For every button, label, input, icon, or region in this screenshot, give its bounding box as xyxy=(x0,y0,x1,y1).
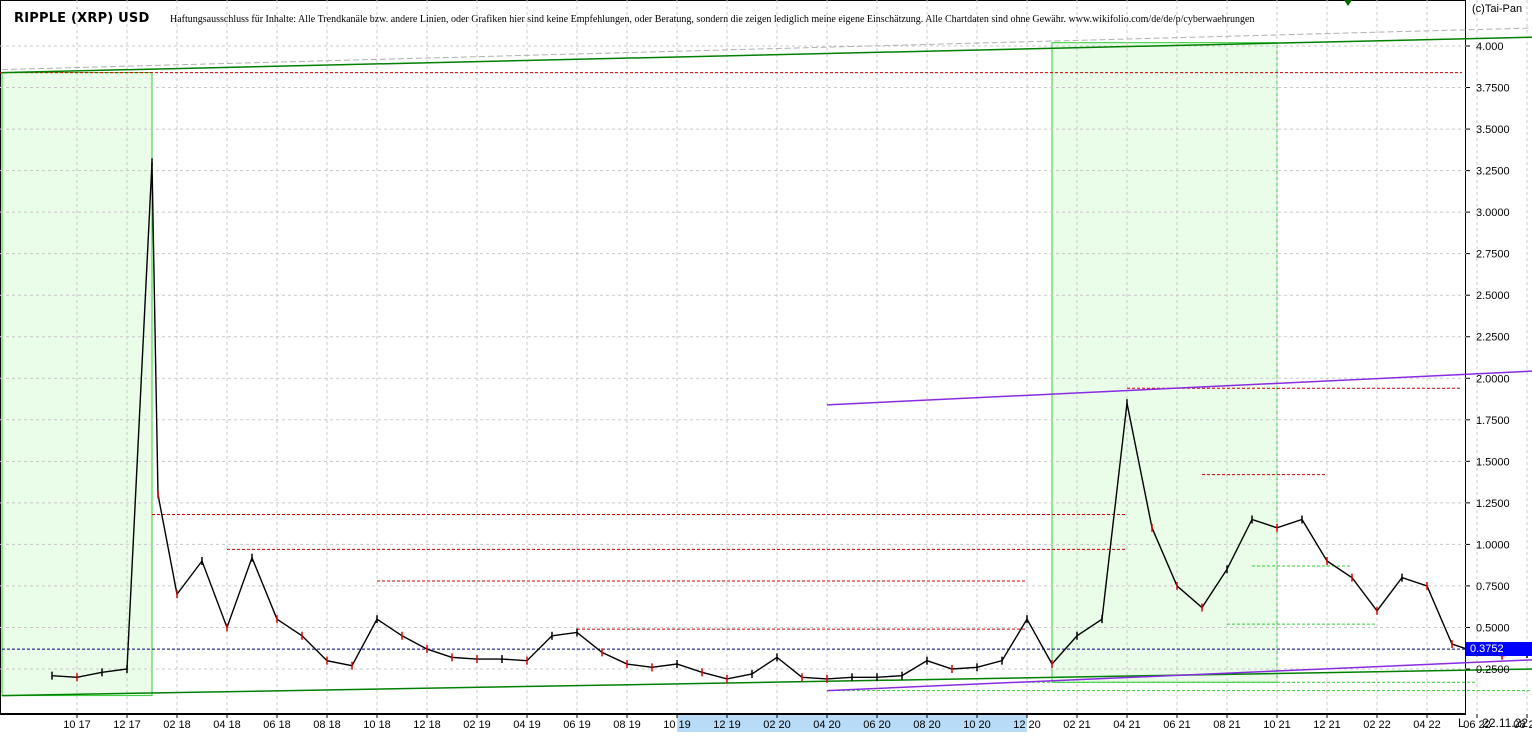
y-tick-label: 2.7500 xyxy=(1476,249,1510,261)
x-tick-label: 10 19 xyxy=(663,719,691,731)
price-chart[interactable]: 4.000 3.7500 3.5000 3.2500 3.0000 2.7500 2.500… xyxy=(0,0,1532,732)
x-tick-label: 06 19 xyxy=(563,719,591,731)
current-date-label: 22.11.22 xyxy=(1482,716,1528,730)
last-price-tag: 0.3752 xyxy=(1466,642,1532,656)
x-tick-label: 04 18 xyxy=(213,719,241,731)
x-tick-label: 04 19 xyxy=(513,719,541,731)
y-tick-label: 3.0000 xyxy=(1476,207,1510,219)
copyright-label: (c)Tai-Pan xyxy=(1472,3,1523,15)
x-tick-label: 02 20 xyxy=(763,719,791,731)
y-tick-label: 3.7500 xyxy=(1476,83,1510,95)
y-tick-label: 0.5000 xyxy=(1476,622,1510,634)
background-layer xyxy=(0,0,1466,714)
y-tick-label: 2.0000 xyxy=(1476,373,1510,385)
x-tick-label: 02 22 xyxy=(1363,719,1391,731)
x-tick-label: 08 20 xyxy=(913,719,941,731)
y-tick-label: 3.5000 xyxy=(1476,124,1510,136)
y-tick-label: 0.2500 xyxy=(1476,664,1510,676)
y-tick-label: 2.5000 xyxy=(1476,290,1510,302)
x-tick-label: 12 18 xyxy=(413,719,441,731)
y-tick-label: 1.0000 xyxy=(1476,539,1510,551)
x-tick-label: 10 17 xyxy=(63,719,91,731)
x-tick-label: 02 21 xyxy=(1063,719,1091,731)
x-tick-label: 08 19 xyxy=(613,719,641,731)
x-tick-label: 04 20 xyxy=(813,719,841,731)
x-tick-label: 10 21 xyxy=(1263,719,1291,731)
y-tick-label: 1.5000 xyxy=(1476,456,1510,468)
x-tick-label: 06 21 xyxy=(1163,719,1191,731)
x-tick-label: 10 18 xyxy=(363,719,391,731)
x-tick-label: 08 21 xyxy=(1213,719,1241,731)
x-tick-label: 06 20 xyxy=(863,719,891,731)
y-tick-label: 1.7500 xyxy=(1476,415,1510,427)
x-tick-label: 12 17 xyxy=(113,719,141,731)
x-tick-label: 12 19 xyxy=(713,719,741,731)
x-tick-label: 12 21 xyxy=(1313,719,1341,731)
y-tick-label: 1.2500 xyxy=(1476,498,1510,510)
x-tick-label: 02 18 xyxy=(163,719,191,731)
y-tick-label: 4.000 xyxy=(1476,41,1504,53)
y-tick-label: 3.2500 xyxy=(1476,166,1510,178)
y-tick-label: 0.7500 xyxy=(1476,581,1510,593)
x-tick-label: 04 22 xyxy=(1413,719,1441,731)
x-tick-label: 02 19 xyxy=(463,719,491,731)
x-tick-label: 04 21 xyxy=(1113,719,1141,731)
axis-end-marker: L xyxy=(1458,716,1465,730)
chart-root: 4.000 3.7500 3.5000 3.2500 3.0000 2.7500 2.500… xyxy=(0,0,1532,732)
y-tick-label: 2.2500 xyxy=(1476,332,1510,344)
chart-title: RIPPLE (XRP) USD xyxy=(14,11,150,26)
x-tick-label: 06 18 xyxy=(263,719,291,731)
x-tick-label: 10 20 xyxy=(963,719,991,731)
disclaimer-text: Haftungsausschluss für Inhalte: Alle Tre… xyxy=(170,14,1255,25)
x-tick-label: 08 18 xyxy=(313,719,341,731)
x-tick-label: 12 20 xyxy=(1013,719,1041,731)
